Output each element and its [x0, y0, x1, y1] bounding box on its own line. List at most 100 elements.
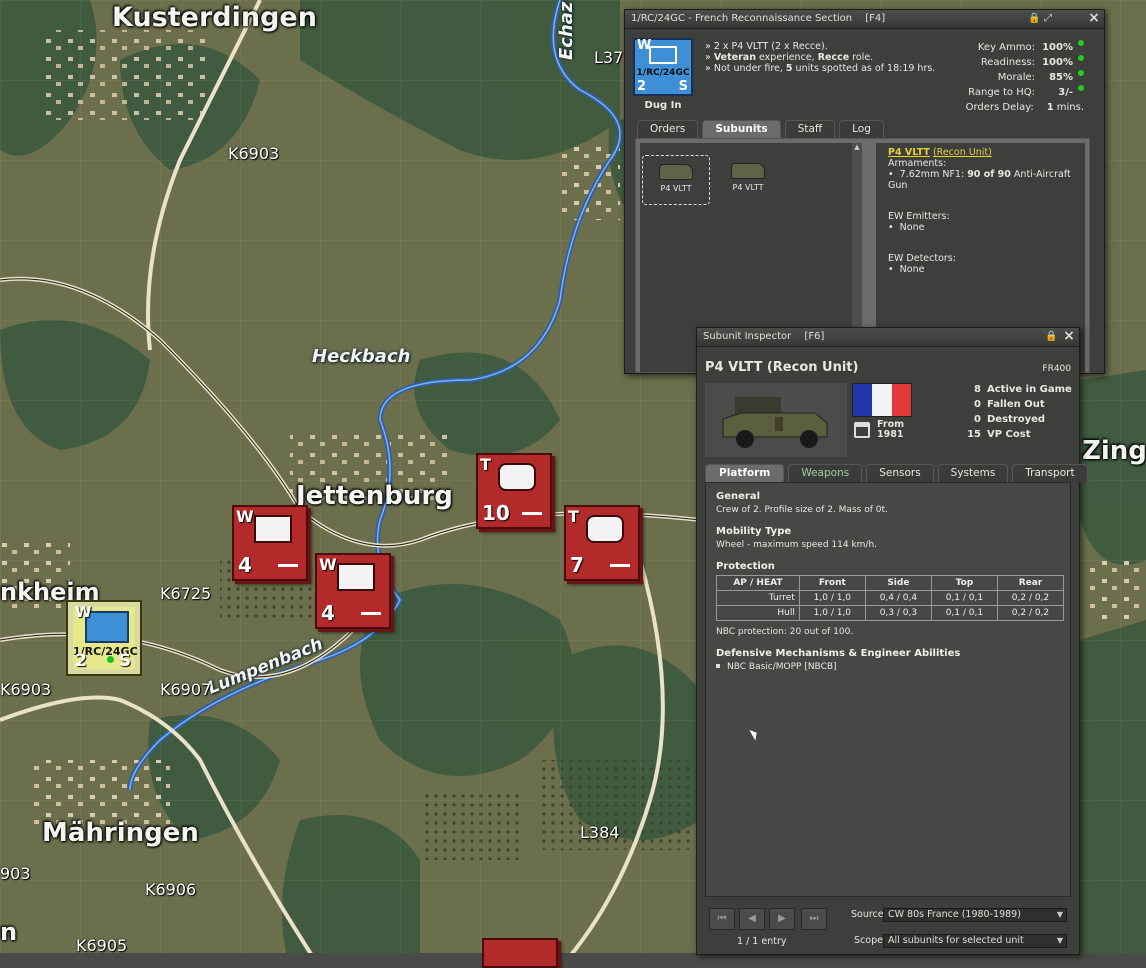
- text: »: [705, 52, 714, 63]
- column-header: Side: [864, 575, 932, 591]
- source-dropdown[interactable]: CW 80s France (1980-1989) ▼: [883, 908, 1067, 922]
- unit-strength: 4: [321, 601, 335, 625]
- count-value: 0: [974, 414, 981, 425]
- unit-id-label: 1/RC/24GC: [636, 68, 690, 78]
- table-cell: 0,2 / 0,2: [996, 605, 1065, 621]
- stat-label: Range to HQ:: [968, 87, 1035, 98]
- armor-unit-icon: [498, 463, 536, 491]
- unit-size-letter: S: [678, 79, 688, 94]
- road-label: L384: [580, 823, 620, 842]
- road-label: K6905: [76, 936, 128, 955]
- subunit-inspector-panel: Subunit Inspector [F6] 🔒 × P4 VLTT (Reco…: [696, 327, 1088, 955]
- stat-value: 100%: [1042, 42, 1073, 53]
- unit-status-bar: [522, 512, 542, 515]
- table-cell: 0,2 / 0,2: [996, 590, 1065, 606]
- subunit-item[interactable]: P4 VLTT: [720, 155, 776, 205]
- table-cell: 1,0 / 1,0: [798, 590, 866, 606]
- previous-entry-button[interactable]: ◀: [739, 908, 765, 930]
- stat-value: 3/-: [1058, 87, 1073, 98]
- road-label: 903: [0, 864, 31, 883]
- stat-value: 1: [1046, 102, 1054, 113]
- table-row: Turret 1,0 / 1,0 0,4 / 0,4 0,1 / 0,1 0,2…: [716, 590, 1065, 606]
- stream-label-heckbach: Heckbach: [312, 346, 411, 367]
- close-icon[interactable]: ×: [1063, 329, 1075, 343]
- enemy-unit-counter[interactable]: [482, 938, 558, 968]
- general-heading: General: [716, 491, 760, 502]
- row-label: Turret: [716, 590, 800, 606]
- unit-panel-tabs: Orders Subunits Staff Log: [637, 120, 884, 138]
- pin-icon[interactable]: ⤢: [1042, 13, 1054, 25]
- unit-panel-titlebar[interactable]: 1/RC/24GC - French Reconnaissance Sectio…: [625, 10, 1104, 29]
- protection-heading: Protection: [716, 561, 775, 572]
- text: experience,: [755, 52, 818, 63]
- next-entry-button[interactable]: ▶: [769, 908, 795, 930]
- column-header: Front: [798, 575, 866, 591]
- unit-info-panel: 1/RC/24GC - French Reconnaissance Sectio…: [624, 9, 1105, 374]
- enemy-unit-counter[interactable]: T 10: [476, 453, 552, 529]
- tab-staff[interactable]: Staff: [784, 120, 836, 138]
- lock-icon[interactable]: 🔒: [1045, 331, 1057, 343]
- table-header-row: AP / HEAT Front Side Top Rear: [716, 575, 1065, 591]
- text: » Not under fire,: [705, 63, 786, 74]
- count-value: 0: [974, 399, 981, 410]
- unit-type-letter: T: [568, 507, 579, 526]
- enemy-unit-counter[interactable]: W 4: [232, 505, 308, 581]
- unit-panel-title: 1/RC/24GC - French Reconnaissance Sectio…: [631, 13, 853, 24]
- inspector-titlebar[interactable]: Subunit Inspector [F6] 🔒 ×: [697, 328, 1079, 347]
- enemy-unit-counter[interactable]: T 7: [564, 505, 640, 581]
- enemy-unit-counter[interactable]: W 4: [315, 553, 391, 629]
- road-label: K6725: [160, 584, 212, 603]
- tab-log[interactable]: Log: [839, 120, 884, 138]
- unit-number: 2: [637, 79, 647, 94]
- armaments-label: Armaments:: [888, 158, 947, 169]
- road-label: L37: [594, 48, 624, 67]
- france-flag-icon: [852, 383, 912, 417]
- tab-systems[interactable]: Systems: [937, 464, 1009, 482]
- inspector-tabs: Platform Weapons Sensors Systems Transpo…: [705, 464, 1088, 482]
- scroll-up-icon[interactable]: ▲: [852, 143, 862, 151]
- subunit-name-link[interactable]: P4 VLTT: [888, 147, 930, 158]
- row-label: Hull: [716, 605, 800, 621]
- tab-subunits[interactable]: Subunits: [702, 120, 781, 138]
- tab-orders[interactable]: Orders: [637, 120, 699, 138]
- unit-type-letter: W: [75, 603, 92, 621]
- unit-number: 2: [75, 651, 87, 671]
- tab-platform[interactable]: Platform: [705, 464, 785, 482]
- weapon-row: • 7.62mm NF1: 90 of 90 Anti-Aircraft Gun: [888, 169, 1071, 191]
- stat-row-range-to-hq: Range to HQ: 3/-: [894, 85, 1084, 100]
- vehicle-icon: [731, 163, 765, 179]
- road-label: K6906: [145, 880, 197, 899]
- subunit-item-selected[interactable]: P4 VLTT: [642, 155, 710, 205]
- status-dot-icon: [107, 656, 114, 663]
- close-icon[interactable]: ×: [1088, 11, 1100, 25]
- recon-unit-icon: [337, 563, 375, 591]
- friendly-unit-counter[interactable]: W 1/RC/24GC 2 S: [66, 600, 142, 676]
- scope-dropdown[interactable]: All subunits for selected unit ▼: [883, 934, 1067, 948]
- count-label: VP Cost: [987, 429, 1031, 440]
- text: » 2 x P4 VLTT (2 x Recce).: [705, 41, 828, 52]
- unit-status-bar: [278, 564, 298, 567]
- source-label: Source: [851, 909, 884, 920]
- first-entry-button[interactable]: ⏮: [709, 908, 735, 930]
- service-year: From 1981: [877, 420, 904, 440]
- unit-status-bar: [361, 612, 381, 615]
- tab-sensors[interactable]: Sensors: [866, 464, 934, 482]
- unit-type-letter: T: [480, 455, 491, 474]
- table-cell: 0,3 / 0,3: [864, 605, 932, 621]
- count-row: 0 Fallen Out: [951, 397, 1072, 412]
- mobility-text: Wheel - maximum speed 114 km/h.: [716, 540, 878, 550]
- unit-stats: Key Ammo: 100% Readiness: 100% Morale: 85% …: [894, 40, 1084, 115]
- last-entry-button[interactable]: ⏭: [801, 908, 827, 930]
- tab-weapons[interactable]: Weapons: [788, 464, 863, 482]
- role: Recce: [817, 52, 850, 63]
- column-header: AP / HEAT: [716, 575, 800, 591]
- tab-transport[interactable]: Transport: [1012, 464, 1088, 482]
- ew-detectors-value: None: [899, 264, 925, 275]
- armor-unit-icon: [586, 515, 624, 543]
- stat-row-orders-delay: Orders Delay: 1 mins.: [894, 100, 1084, 115]
- lock-icon[interactable]: 🔒: [1028, 13, 1040, 25]
- count-label: Active in Game: [987, 384, 1072, 395]
- subunit-role: (Recon Unit): [932, 147, 992, 158]
- subunit-label: P4 VLTT: [660, 184, 692, 193]
- table-cell: 0,4 / 0,4: [864, 590, 932, 606]
